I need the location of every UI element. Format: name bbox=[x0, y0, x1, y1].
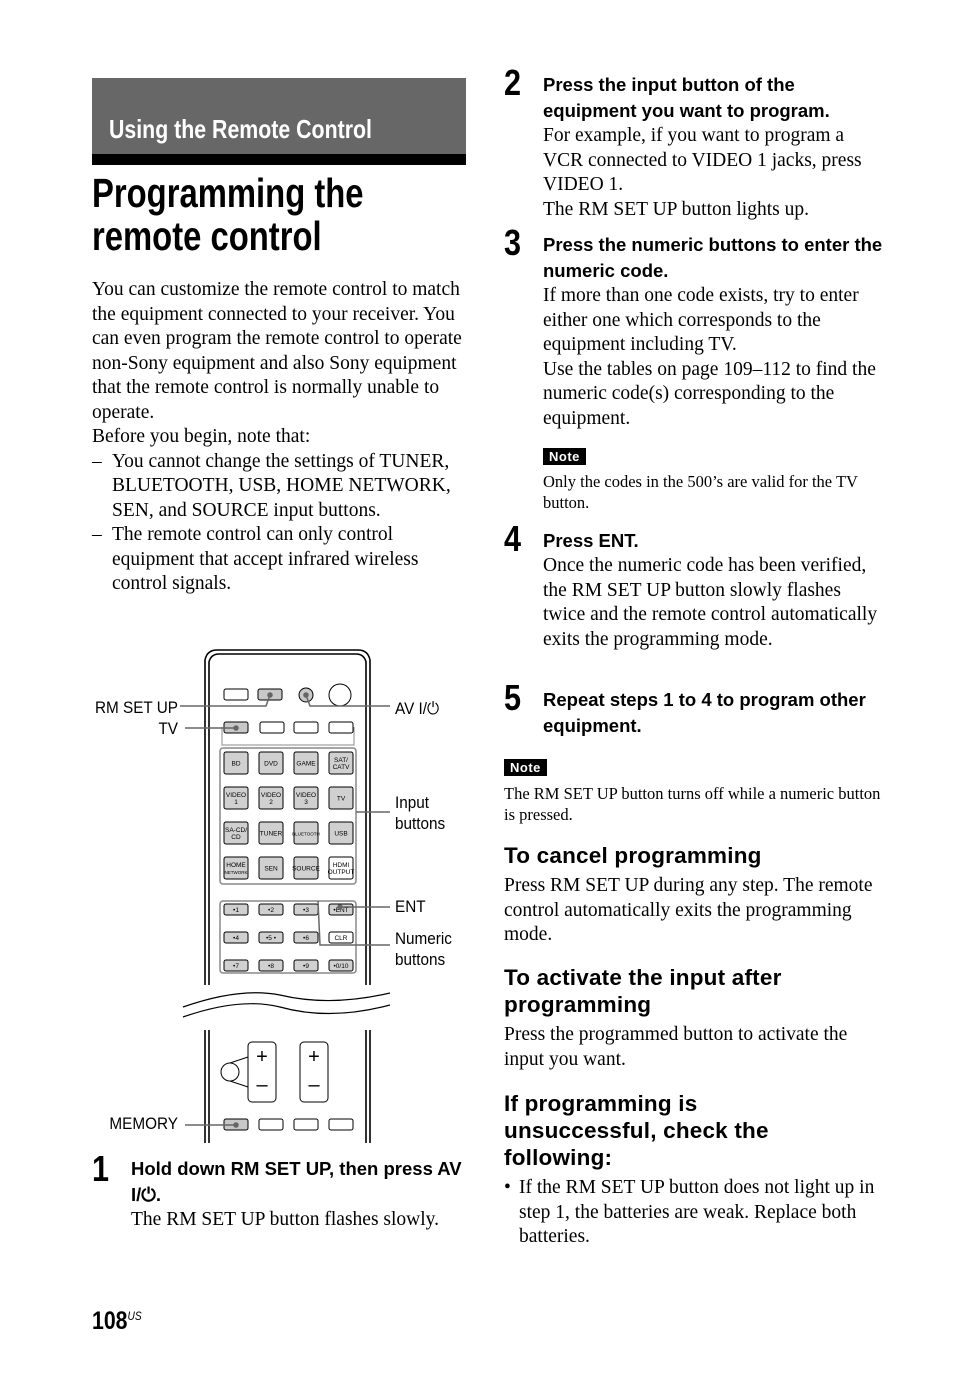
step-number: 4 bbox=[504, 518, 522, 559]
step-number: 2 bbox=[504, 62, 522, 103]
remote-button-label: •1 bbox=[233, 907, 239, 914]
svg-text:+: + bbox=[256, 1046, 268, 1068]
step-heading: Press ENT. bbox=[543, 530, 639, 551]
step-2: 2 Press the input button of the equipmen… bbox=[504, 62, 884, 222]
remote-button-label: NETWORK bbox=[225, 870, 248, 875]
remote-button-label: TV bbox=[337, 796, 346, 803]
callout-ent: ENT bbox=[395, 897, 426, 916]
remote-button-label: BLUETOOTH bbox=[292, 832, 319, 837]
remote-button-label: HDMI bbox=[333, 862, 350, 869]
remote-button-label: •9 bbox=[303, 963, 309, 970]
remote-button-label: HOME bbox=[226, 862, 246, 869]
step-5: 5 Repeat steps 1 to 4 to program other e… bbox=[504, 677, 884, 739]
step-body-2: Use the tables on page 109–112 to find t… bbox=[543, 358, 876, 429]
remote-button-label: VIDEO bbox=[226, 792, 246, 799]
activate-section: To activate the input after programming … bbox=[504, 964, 884, 1072]
remote-button-label: SAT/ bbox=[334, 757, 348, 764]
remote-button-label: 1 bbox=[234, 799, 238, 806]
step-body: The RM SET UP button flashes slowly. bbox=[131, 1209, 440, 1230]
page-number: 108US bbox=[92, 1307, 142, 1335]
cancel-text: Press RM SET UP during any step. The rem… bbox=[504, 875, 873, 945]
remote-button-label: GAME bbox=[296, 761, 316, 768]
remote-button-label: •0/10 bbox=[334, 963, 349, 970]
callout-av-power: AV I/⏻ bbox=[395, 699, 440, 718]
note-badge: Note bbox=[543, 448, 586, 465]
remote-button-label: •3 bbox=[303, 907, 309, 914]
unsuccessful-heading: If programming is unsuccessful, check th… bbox=[504, 1091, 769, 1170]
section-header: Using the Remote Control bbox=[92, 78, 466, 154]
list-item: You cannot change the settings of TUNER,… bbox=[92, 450, 472, 524]
intro-list: You cannot change the settings of TUNER,… bbox=[92, 450, 472, 597]
remote-button-label: SA-CD/ bbox=[225, 827, 247, 834]
note-text: Only the codes in the 500’s are valid fo… bbox=[543, 472, 858, 512]
list-item: • If the RM SET UP button does not light … bbox=[504, 1177, 875, 1247]
svg-text:+: + bbox=[308, 1046, 320, 1068]
break-lines bbox=[182, 992, 390, 1018]
remote-button-label: 2 bbox=[269, 799, 273, 806]
remote-illustration: BD DVD GAME SAT/CATVVIDEO1VIDEO2VIDEO3 TVSA-… bbox=[180, 649, 390, 1143]
remote-button-label: •2 bbox=[268, 907, 274, 914]
step-body: Once the numeric code has been verified,… bbox=[543, 555, 878, 650]
remote-button-label: BD bbox=[231, 761, 240, 768]
power-button bbox=[328, 683, 352, 707]
activate-heading: To activate the input after programming bbox=[504, 965, 782, 1017]
step-3: 3 Press the numeric buttons to enter the… bbox=[504, 222, 884, 513]
step-heading: Hold down RM SET UP, then press AV I/⏻. bbox=[131, 1158, 462, 1205]
remote-button-label: CLR bbox=[334, 935, 347, 942]
remote-button-label: •4 bbox=[233, 935, 239, 942]
step-1: 1 Hold down RM SET UP, then press AV I/⏻… bbox=[92, 1148, 472, 1233]
remote-button-label: VIDEO bbox=[296, 792, 316, 799]
step-body: If more than one code exists, try to ent… bbox=[543, 285, 859, 355]
remote-button-label: VIDEO bbox=[261, 792, 281, 799]
remote-button-label: USB bbox=[334, 831, 347, 838]
callout-numeric-buttons: Numeric buttons bbox=[395, 929, 452, 969]
remote-button-label: •6 bbox=[303, 935, 309, 942]
unsuccessful-list: • If the RM SET UP button does not light … bbox=[504, 1176, 884, 1250]
svg-text:–: – bbox=[308, 1074, 320, 1096]
remote-button-label: •7 bbox=[233, 963, 239, 970]
intro: You can customize the remote control to … bbox=[92, 278, 472, 597]
step-number: 1 bbox=[92, 1148, 110, 1189]
callout-input-buttons: Input buttons bbox=[395, 793, 446, 833]
remote-button-label: CD bbox=[231, 834, 241, 841]
remote-button-label: DVD bbox=[264, 761, 278, 768]
step-number: 5 bbox=[504, 677, 522, 718]
intro-lead: Before you begin, note that: bbox=[92, 426, 311, 447]
unsuccessful-section: If programming is unsuccessful, check th… bbox=[504, 1090, 884, 1250]
note-block: Note The RM SET UP button turns off whil… bbox=[504, 759, 884, 825]
svg-text:–: – bbox=[256, 1074, 268, 1096]
note-badge: Note bbox=[504, 759, 547, 776]
intro-paragraph: You can customize the remote control to … bbox=[92, 279, 462, 423]
remote-button-label: SOURCE bbox=[292, 866, 320, 873]
section-rule bbox=[92, 154, 466, 165]
note-text: The RM SET UP button turns off while a n… bbox=[504, 784, 881, 824]
list-item: The remote control can only control equi… bbox=[92, 523, 472, 597]
step-4: 4 Press ENT. Once the numeric code has b… bbox=[504, 518, 884, 652]
step-body: For example, if you want to program a VC… bbox=[543, 125, 862, 195]
callout-memory: MEMORY bbox=[109, 1114, 178, 1133]
step-heading: Press the numeric buttons to enter the n… bbox=[543, 234, 883, 281]
callout-tv: TV bbox=[158, 719, 178, 738]
page-title: Programming the remote control bbox=[92, 170, 364, 259]
step-heading: Press the input button of the equipment … bbox=[543, 74, 830, 121]
callout-rm-set-up: RM SET UP bbox=[94, 698, 178, 717]
remote-button-label: OUTPUT bbox=[328, 869, 355, 876]
remote-button-label: 3 bbox=[304, 799, 308, 806]
remote-button-label: •5 • bbox=[266, 935, 277, 942]
remote-button-label: SEN bbox=[264, 866, 278, 873]
cancel-section: To cancel programming Press RM SET UP du… bbox=[504, 842, 884, 948]
remote-button-label: TUNER bbox=[260, 831, 283, 838]
top-button bbox=[223, 688, 249, 701]
step-body-2: The RM SET UP button lights up. bbox=[543, 198, 809, 220]
cancel-heading: To cancel programming bbox=[504, 843, 762, 868]
step-number: 3 bbox=[504, 222, 522, 263]
remote-button-label: CATV bbox=[333, 764, 351, 771]
section-title: Using the Remote Control bbox=[109, 114, 372, 144]
step-heading: Repeat steps 1 to 4 to program other equ… bbox=[543, 689, 866, 736]
activate-text: Press the programmed button to activate … bbox=[504, 1024, 848, 1070]
remote-button-label: •8 bbox=[268, 963, 274, 970]
